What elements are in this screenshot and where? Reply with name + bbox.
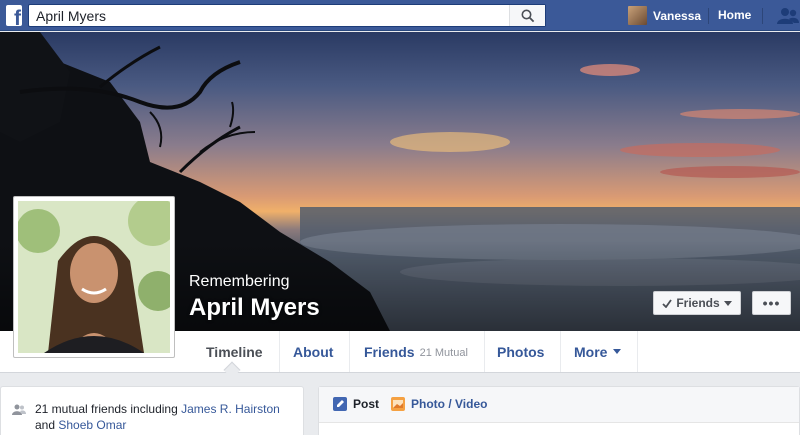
- search-button[interactable]: [509, 5, 545, 26]
- friends-status-button[interactable]: Friends: [653, 291, 741, 315]
- more-options-button[interactable]: •••: [752, 291, 791, 315]
- memorial-label: Remembering: [189, 273, 290, 290]
- tab-about[interactable]: About: [277, 331, 351, 372]
- top-navigation-bar: f Vanessa Home: [0, 0, 800, 31]
- profile-picture[interactable]: [13, 196, 175, 358]
- facebook-logo-icon[interactable]: f: [6, 5, 22, 29]
- friend-requests-icon[interactable]: [776, 7, 800, 24]
- checkmark-icon: [662, 298, 673, 308]
- tab-more[interactable]: More: [558, 331, 639, 372]
- mutual-friends-count: 21 Mutual: [419, 346, 468, 359]
- mutual-friend-link[interactable]: Shoeb Omar: [58, 418, 126, 432]
- divider: [708, 8, 709, 24]
- chevron-down-icon: [723, 300, 732, 306]
- friends-icon: [12, 404, 26, 415]
- mutual-friends-text: 21 mutual friends including James R. Hai…: [35, 402, 280, 432]
- avatar: [628, 6, 647, 25]
- user-name: Vanessa: [653, 8, 702, 23]
- ellipsis-icon: •••: [762, 295, 781, 311]
- home-link[interactable]: Home: [718, 8, 751, 22]
- profile-name[interactable]: April Myers: [189, 294, 320, 322]
- profile-photo: [18, 201, 170, 353]
- friends-button-label: Friends: [676, 296, 720, 310]
- mutual-friend-link[interactable]: James R. Hairston: [181, 402, 280, 416]
- pencil-icon: [333, 397, 347, 411]
- search-box: [28, 4, 546, 27]
- tab-photos[interactable]: Photos: [481, 331, 562, 372]
- chevron-down-icon: [613, 349, 622, 354]
- divider: [762, 8, 763, 24]
- mutual-friends-card: 21 mutual friends including James R. Hai…: [0, 386, 304, 435]
- post-composer: Post Photo / Video: [318, 386, 800, 435]
- composer-tabs: Post Photo / Video: [319, 387, 799, 423]
- portrait-image: [18, 201, 170, 353]
- search-input[interactable]: [29, 5, 509, 26]
- search-icon: [521, 9, 534, 22]
- tab-friends[interactable]: Friends 21 Mutual: [348, 331, 485, 372]
- user-profile-link[interactable]: Vanessa: [628, 5, 701, 26]
- composer-tab-photo-video[interactable]: Photo / Video: [391, 397, 487, 411]
- photo-icon: [391, 397, 405, 411]
- composer-tab-post[interactable]: Post: [333, 397, 379, 411]
